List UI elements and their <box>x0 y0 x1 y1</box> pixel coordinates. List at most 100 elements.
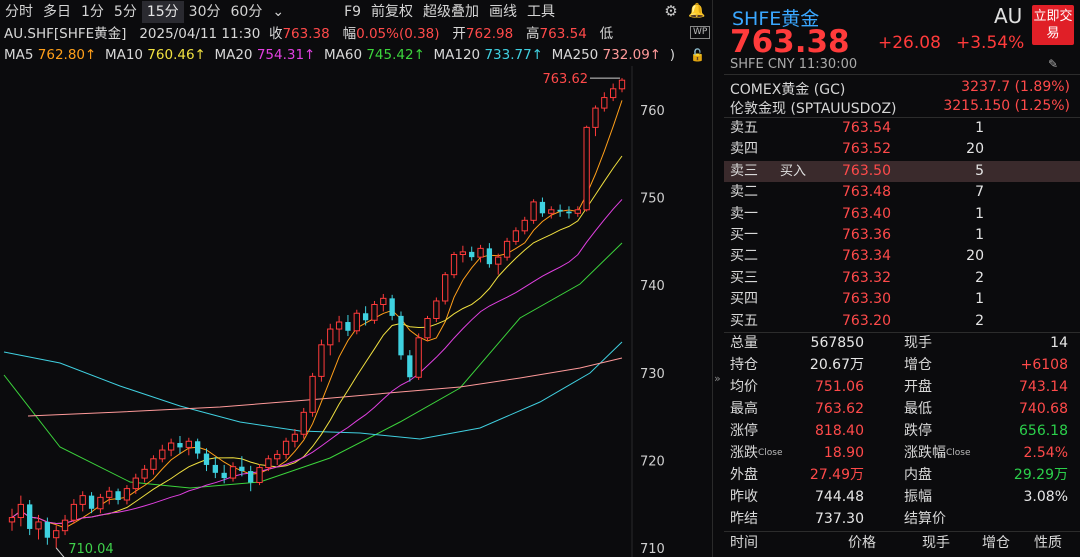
orderbook-price: 763.48 <box>842 184 891 201</box>
chevron-right-icon[interactable]: » <box>714 372 721 385</box>
related-quote-name[interactable]: 伦敦金现 (SPTAUUSDOZ) <box>730 98 897 118</box>
candle-body <box>574 209 581 214</box>
orderbook-row[interactable]: 卖一 763.40 1 <box>724 204 1080 225</box>
orderbook-price: 763.54 <box>842 120 891 136</box>
toolbar-button[interactable]: 画线 <box>484 1 522 23</box>
stat-label: 昨结 <box>730 511 758 527</box>
candle-body <box>512 230 520 242</box>
wp-badge-icon[interactable]: WP <box>690 26 711 39</box>
stat-row: 昨结 737.30 结算价 <box>724 509 1080 530</box>
tick-column-header[interactable]: 价格 <box>848 532 876 554</box>
candle-body <box>601 97 608 109</box>
orderbook-row[interactable]: 卖五 763.54 1 <box>724 118 1080 139</box>
panel-collapse-handle[interactable]: » <box>712 0 724 557</box>
trade-now-button[interactable]: 立即交易 <box>1032 5 1074 45</box>
orderbook-volume: 5 <box>975 162 984 179</box>
orderbook-row[interactable]: 卖四 763.52 20 <box>724 139 1080 160</box>
candle-body <box>212 464 218 473</box>
orderbook-level: 卖一 <box>730 205 758 222</box>
stat-value: +6108 <box>1020 357 1068 373</box>
y-tick-label: 760 <box>640 104 665 119</box>
related-quote-name[interactable]: COMEX黄金 (GC) <box>730 79 845 99</box>
stat-row: 昨收 744.48 振幅 3.08% <box>724 487 1080 508</box>
toolbar-button[interactable]: 超级叠加 <box>418 1 484 23</box>
orderbook-row[interactable]: 买一 763.36 1 <box>724 225 1080 246</box>
orderbook-price: 763.36 <box>842 227 891 243</box>
candle-body <box>335 321 343 330</box>
candle-body <box>539 201 546 214</box>
tick-column-header[interactable]: 时间 <box>730 532 758 554</box>
high-annotation: 763.62 <box>543 72 589 87</box>
candle-body <box>424 318 431 339</box>
orderbook-row[interactable]: 买四 763.30 1 <box>724 289 1080 310</box>
candle-body <box>150 458 157 470</box>
stat-row: 涨跌Close 18.90 涨跌幅Close 2.54% <box>724 443 1080 464</box>
bar-range: 0.05%(0.38) <box>356 26 440 42</box>
orderbook-price: 763.40 <box>842 205 891 222</box>
tick-table-header: 时间 价格 现手 增仓 性质 <box>724 532 1080 554</box>
y-tick-label: 750 <box>640 192 665 207</box>
bar-high: 763.54 <box>539 26 587 42</box>
toolbar-button[interactable]: F9 <box>339 1 366 23</box>
stat-value: 751.06 <box>815 379 864 395</box>
tick-column-header[interactable]: 现手 <box>922 532 950 554</box>
orderbook-row[interactable]: 卖三 买入 763.50 5 <box>724 160 1080 182</box>
price-change-pct: +3.54% <box>956 33 1025 53</box>
orderbook-price: 763.52 <box>842 141 891 158</box>
orderbook-row[interactable]: 买二 763.34 20 <box>724 246 1080 267</box>
low-annotation: 710.04 <box>68 542 114 557</box>
edit-pencil-icon[interactable]: ✎ <box>1048 57 1058 71</box>
orderbook-row[interactable]: 卖二 763.48 7 <box>724 182 1080 203</box>
orderbook-level: 卖五 <box>730 120 758 136</box>
candle-body <box>433 300 440 320</box>
timeframe-tab[interactable]: 分时 <box>0 1 38 23</box>
candle <box>433 297 440 323</box>
stat-label: 现手 <box>904 335 932 351</box>
stat-row: 外盘 27.49万 内盘 29.29万 <box>724 465 1080 486</box>
candle-body <box>291 433 299 442</box>
stat-row: 涨停 818.40 跌停 656.18 <box>724 421 1080 442</box>
candlestick-chart[interactable]: 760 750 740 730 720 710 763.62 710.04 <box>0 66 712 557</box>
candle-body <box>274 453 281 460</box>
candle-body <box>44 521 51 538</box>
orderbook-level: 卖二 <box>730 184 758 201</box>
timeframe-tab[interactable]: 1分 <box>76 1 109 23</box>
chevron-down-icon[interactable]: ⌄ <box>267 1 289 23</box>
candle <box>398 311 404 360</box>
exchange-meta: SHFE CNY 11:30:00 <box>730 57 858 72</box>
candle-body <box>380 297 387 305</box>
toolbar-button[interactable]: 工具 <box>522 1 560 23</box>
ma-value: 754.31↑ <box>256 47 316 63</box>
toolbar-button[interactable]: 前复权 <box>366 1 418 23</box>
orderbook-row[interactable]: 买五 763.20 2 <box>724 311 1080 332</box>
gear-icon[interactable]: ⚙ <box>662 2 680 20</box>
buy-tag[interactable]: 买入 <box>780 161 806 182</box>
stat-value: 18.90 <box>823 445 864 461</box>
tick-column-header[interactable]: 性质 <box>1034 532 1062 554</box>
tick-column-header[interactable]: 增仓 <box>982 532 1010 554</box>
timeframe-tab[interactable]: 30分 <box>184 1 226 23</box>
orderbook-volume: 1 <box>975 120 984 136</box>
candle-body <box>566 211 572 214</box>
orderbook-volume: 1 <box>975 205 984 222</box>
orderbook-level: 卖三 <box>730 162 758 179</box>
candle-body <box>70 503 78 521</box>
timeframe-tab[interactable]: 15分 <box>141 1 184 23</box>
orderbook-row[interactable]: 买三 763.32 2 <box>724 268 1080 289</box>
candle <box>415 333 422 380</box>
candle-body <box>97 496 104 510</box>
stat-value: 29.29万 <box>1013 467 1068 483</box>
timeframe-tab[interactable]: 5分 <box>109 1 142 23</box>
stat-value: 20.67万 <box>809 357 864 373</box>
alert-bell-icon[interactable]: 🔔 <box>688 2 706 20</box>
timeframe-tab[interactable]: 多日 <box>38 1 76 23</box>
ma-label: MA10 <box>104 47 143 63</box>
timeframe-tab[interactable]: 60分 <box>226 1 268 23</box>
candle-body <box>203 453 210 465</box>
lock-icon[interactable]: 🔓 <box>690 48 705 62</box>
orderbook-volume: 1 <box>975 291 984 308</box>
candle <box>442 272 449 305</box>
candle-body <box>583 126 590 211</box>
y-tick-label: 730 <box>640 367 665 382</box>
ma-value: 732.09↑ <box>602 47 662 63</box>
